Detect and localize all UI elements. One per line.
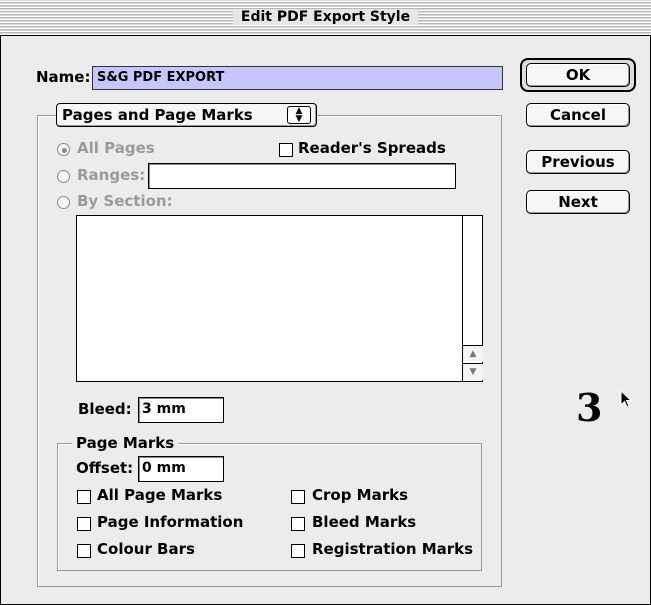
all-page-marks-label: All Page Marks [97,486,223,504]
next-button[interactable]: Next [526,190,630,214]
window-title: Edit PDF Export Style [232,9,419,25]
ok-button[interactable]: OK [526,63,630,87]
page-information-checkbox[interactable] [77,517,91,531]
page-marks-legend: Page Marks [72,434,179,452]
radio-selected-dot [62,148,67,153]
cancel-button[interactable]: Cancel [526,103,630,127]
section-list[interactable] [76,215,483,382]
by-section-label: By Section: [77,192,173,210]
title-bar-label-wrap: Edit PDF Export Style [0,0,651,36]
bleed-marks-label: Bleed Marks [312,513,417,531]
previous-button[interactable]: Previous [526,150,630,174]
name-label: Name: [36,68,91,86]
ranges-input[interactable] [148,163,456,189]
bleed-label: Bleed: [78,400,132,418]
scroll-up-arrow-icon[interactable]: ▲ [463,345,483,362]
ranges-label: Ranges: [77,166,146,184]
updown-arrows-icon[interactable]: ▲ ▼ [287,106,311,124]
all-page-marks-checkbox[interactable] [77,490,91,504]
page-information-label: Page Information [97,513,244,531]
colour-bars-checkbox[interactable] [77,544,91,558]
colour-bars-label: Colour Bars [97,540,195,558]
registration-marks-checkbox[interactable] [291,544,305,558]
ranges-radio[interactable] [57,170,70,183]
arrow-cursor-icon [620,389,634,414]
crop-marks-label: Crop Marks [312,486,409,504]
popup-selected-label: Pages and Page Marks [62,106,253,124]
section-list-scrollbar[interactable]: ▲ ▼ [462,216,483,381]
by-section-radio[interactable] [57,196,70,209]
offset-label: Offset: [76,459,134,477]
all-pages-radio[interactable] [57,143,70,156]
crop-marks-checkbox[interactable] [291,490,305,504]
name-input[interactable]: S&G PDF EXPORT [92,66,503,90]
readers-spreads-checkbox[interactable] [279,143,293,157]
readers-spreads-label: Reader's Spreads [298,139,446,157]
all-pages-label: All Pages [77,139,155,157]
registration-marks-label: Registration Marks [312,540,474,558]
bleed-input[interactable]: 3 mm [138,397,224,423]
bleed-marks-checkbox[interactable] [291,517,305,531]
annotation-number: 3 [576,385,603,430]
scroll-down-arrow-icon[interactable]: ▼ [463,363,483,380]
offset-input[interactable]: 0 mm [138,456,224,482]
